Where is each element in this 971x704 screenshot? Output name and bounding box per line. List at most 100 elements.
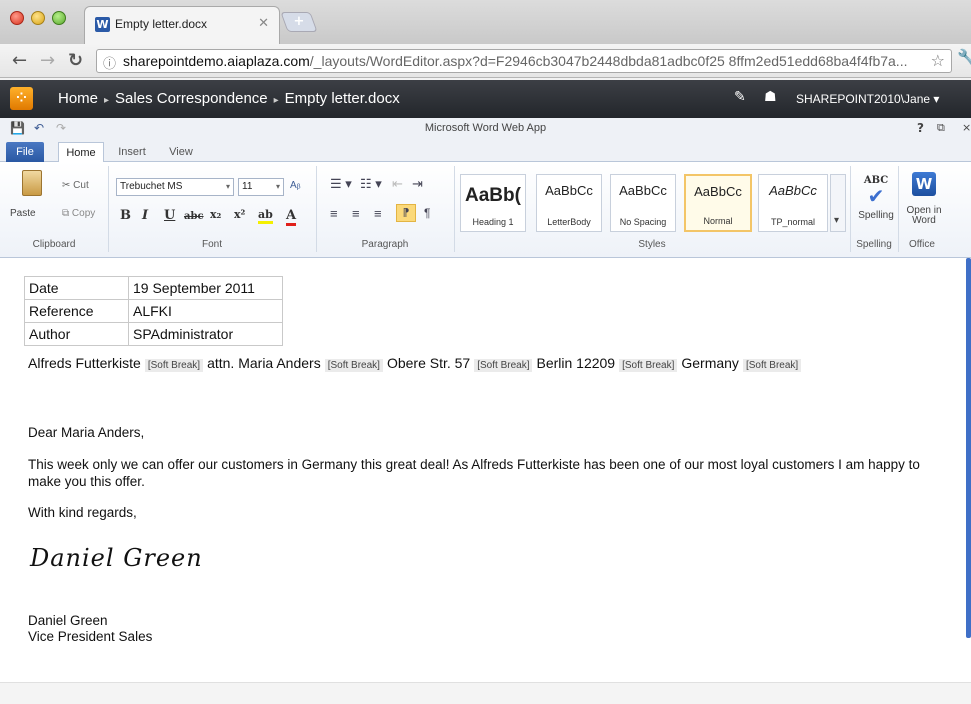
office-group-label: Office [909,239,935,250]
forward-arrow-icon[interactable]: → [40,50,55,71]
style-heading-1[interactable]: AaBb( Heading 1 [460,174,526,232]
close-window-button[interactable] [10,11,24,25]
address-street: Obere Str. 57 [386,355,471,371]
breadcrumb-separator-icon: ▸ [104,95,110,106]
closing: With kind regards, [28,505,137,520]
recipient-address-line: Alfreds Futterkiste [Soft Break] attn. Mar… [28,355,805,372]
decrease-indent-icon[interactable]: ⇤ [392,176,403,192]
browser-tab[interactable]: W Empty letter.docx ✕ [84,6,280,44]
highlight-icon[interactable]: ab [258,208,273,224]
tab-file[interactable]: File [6,142,44,162]
align-right-icon[interactable]: ≡ [374,206,382,221]
font-family-select[interactable]: Trebuchet MS ▾ [116,178,234,196]
tab-close-icon[interactable]: ✕ [258,16,269,31]
plus-icon: + [293,14,305,29]
breadcrumb-sales-correspondence[interactable]: Sales Correspondence [115,90,268,107]
word-title-bar: 💾 ↶ ↷ Microsoft Word Web App ? ⧉ × [0,118,971,140]
bookmark-star-icon[interactable]: ☆ [931,51,945,70]
word-favicon-icon: W [95,17,110,32]
meta-value: SPAdministrator [128,322,283,346]
soft-break-marker: [Soft Break] [324,359,383,372]
minimize-window-button[interactable] [31,11,45,25]
address-toolbar: ← → ↻ ⓘ sharepointdemo.aiaplaza.com/_lay… [0,44,971,78]
copy-label: Copy [71,208,96,219]
underline-icon[interactable]: U [164,208,175,223]
style-normal[interactable]: AaBbCc Normal [684,174,752,232]
meta-key: Reference [24,299,129,323]
tag-icon[interactable]: ✎ [734,89,746,105]
signer-name: Daniel Green [28,613,108,628]
clear-formatting-icon[interactable]: Aᵦ [290,180,301,191]
open-in-word-button[interactable]: W Open in Word [902,166,946,232]
tab-title: Empty letter.docx [115,17,208,31]
greeting: Dear Maria Anders, [28,425,145,440]
url-text: sharepointdemo.aiaplaza.com/_layouts/Wor… [123,53,907,69]
chevron-down-icon: ▾ [834,215,840,226]
scissors-icon: ✂ [62,180,74,191]
subscript-icon[interactable]: x₂ [210,208,221,221]
style-tp-normal[interactable]: AaBbCc TP_normal [758,174,828,232]
tab-insert[interactable]: Insert [112,142,152,163]
font-color-icon[interactable]: A [286,208,297,226]
breadcrumb-document: Empty letter.docx [284,90,400,107]
cut-button[interactable]: ✂ Cut [62,180,89,191]
copy-icon: ⧉ [62,208,72,219]
bold-icon[interactable]: B [120,208,131,223]
document-scrollbar[interactable] [966,258,971,638]
breadcrumb-home[interactable]: Home [58,90,98,107]
close-app-icon[interactable]: × [962,121,971,134]
tab-home[interactable]: Home [58,142,104,163]
paragraph-group-label: Paragraph [361,239,409,250]
style-no-spacing[interactable]: AaBbCc No Spacing [610,174,676,232]
url-path: /_layouts/WordEditor.aspx?d=F2946cb3047b… [309,53,908,69]
ribbon: Paste ✂ Cut ⧉ Copy Clipboard Trebuchet M… [0,162,971,258]
page-info-icon[interactable]: ⓘ [103,53,116,72]
handwritten-signature: Daniel Green [30,544,203,572]
paste-button[interactable]: Paste [10,168,54,232]
popout-icon[interactable]: ⧉ [937,121,945,135]
address-bar[interactable]: ⓘ sharepointdemo.aiaplaza.com/_layouts/W… [96,49,952,73]
breadcrumb: Home ▸ Sales Correspondence ▸ Empty letter.d… [58,90,400,107]
back-arrow-icon[interactable]: ← [12,50,27,71]
font-group-label: Font [201,239,222,250]
numbering-icon[interactable]: ☷ ▾ [360,176,382,192]
font-size-value: 11 [242,181,253,192]
new-tab-button[interactable]: + [280,12,318,32]
styles-more-button[interactable]: ▾ [830,174,846,232]
document-page[interactable]: Date 19 September 2011 Reference ALFKI A… [0,258,971,704]
copy-button[interactable]: ⧉ Copy [62,208,95,219]
chevron-down-icon: ▾ [275,182,280,191]
bullets-icon[interactable]: ☰ ▾ [330,176,352,192]
align-center-icon[interactable]: ≡ [352,206,360,221]
strikethrough-icon[interactable]: abc [184,211,204,222]
increase-indent-icon[interactable]: ⇥ [412,176,423,192]
italic-icon[interactable]: I [142,208,148,223]
help-icon[interactable]: ? [917,121,924,135]
style-sample: AaBbCc [545,183,593,198]
pilcrow-icon[interactable]: ¶ [424,206,430,220]
wrench-icon[interactable]: 🔧 [957,48,971,67]
table-row: Author SPAdministrator [24,322,283,346]
superscript-icon[interactable]: x² [234,208,245,221]
soft-break-marker: [Soft Break] [144,359,204,372]
meta-value: 19 September 2011 [128,276,283,300]
align-left-icon[interactable]: ≡ [330,206,338,221]
style-letterbody[interactable]: AaBbCc LetterBody [536,174,602,232]
font-size-select[interactable]: 11 ▾ [238,178,284,196]
ribbon-tabs: File Home Insert View [0,140,971,163]
tab-view[interactable]: View [164,142,198,163]
style-name: LetterBody [547,217,591,227]
address-country: Germany [681,355,739,371]
styles-group-label: Styles [638,239,666,250]
sharepoint-logo-icon[interactable]: ⁘ [10,87,33,110]
cut-label: Cut [73,180,89,191]
style-sample: AaBb( [465,185,521,206]
sharepoint-bar: ⁘ Home ▸ Sales Correspondence ▸ Empty letter… [0,80,971,118]
meta-key: Date [24,276,129,300]
user-menu[interactable]: SHAREPOINT2010\Jane ▾ [796,92,939,106]
zoom-window-button[interactable] [52,11,66,25]
collaborators-icon[interactable]: ☗ [764,89,777,105]
ltr-icon[interactable]: ⁋ [396,204,416,222]
reload-icon[interactable]: ↻ [68,50,83,71]
spelling-button[interactable]: ABC ✔ Spelling [856,166,896,232]
